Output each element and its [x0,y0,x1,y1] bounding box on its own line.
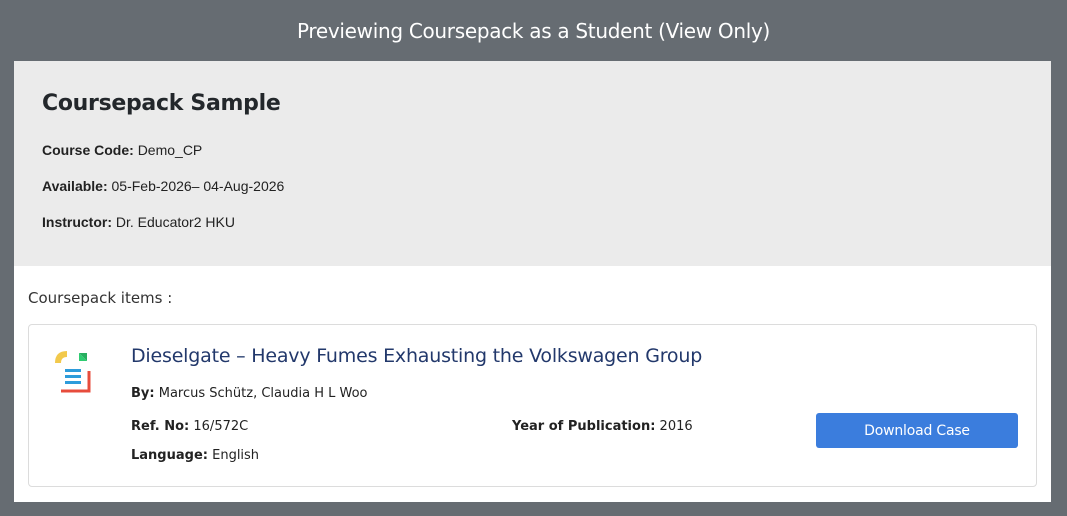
download-case-button[interactable]: Download Case [816,413,1018,448]
instructor-value: Dr. Educator2 HKU [115,214,235,230]
instructor-label: Instructor: [42,214,112,230]
ref-no-value: 16/572C [193,419,249,434]
preview-banner-text: Previewing Coursepack as a Student (View… [296,18,771,43]
year-label: Year of Publication: [512,419,656,434]
language-label: Language: [131,448,208,463]
available-value: 05-Feb-2026– 04-Aug-2026 [111,178,285,194]
authors-value: Marcus Schütz, Claudia H L Woo [158,386,368,401]
coursepack-item-card: Dieselgate – Heavy Fumes Exhausting the … [28,324,1037,487]
ref-no-row: Ref. No: 16/572C [131,419,248,434]
authors-row: By: Marcus Schütz, Claudia H L Woo [131,386,367,401]
available-row: Available: 05-Feb-2026– 04-Aug-2026 [42,178,1023,194]
year-row: Year of Publication: 2016 [512,419,693,434]
coursepack-title: Coursepack Sample [42,91,281,116]
coursepack-info: Coursepack Sample Course Code: Demo_CP A… [14,61,1051,266]
coursepack-panel: Coursepack Sample Course Code: Demo_CP A… [14,61,1051,502]
course-code-row: Course Code: Demo_CP [42,142,1023,158]
language-value: English [212,448,260,463]
instructor-row: Instructor: Dr. Educator2 HKU [42,214,1023,230]
coursepack-items-heading: Coursepack items : [28,289,173,307]
course-code-value: Demo_CP [137,142,203,158]
preview-banner: Previewing Coursepack as a Student (View… [0,0,1067,61]
case-title-link[interactable]: Dieselgate – Heavy Fumes Exhausting the … [131,345,702,367]
authors-label: By: [131,386,155,401]
language-row: Language: English [131,448,259,463]
course-code-label: Course Code: [42,142,134,158]
available-label: Available: [42,178,108,194]
year-value: 2016 [659,419,693,434]
document-icon [55,351,91,393]
ref-no-label: Ref. No: [131,419,190,434]
